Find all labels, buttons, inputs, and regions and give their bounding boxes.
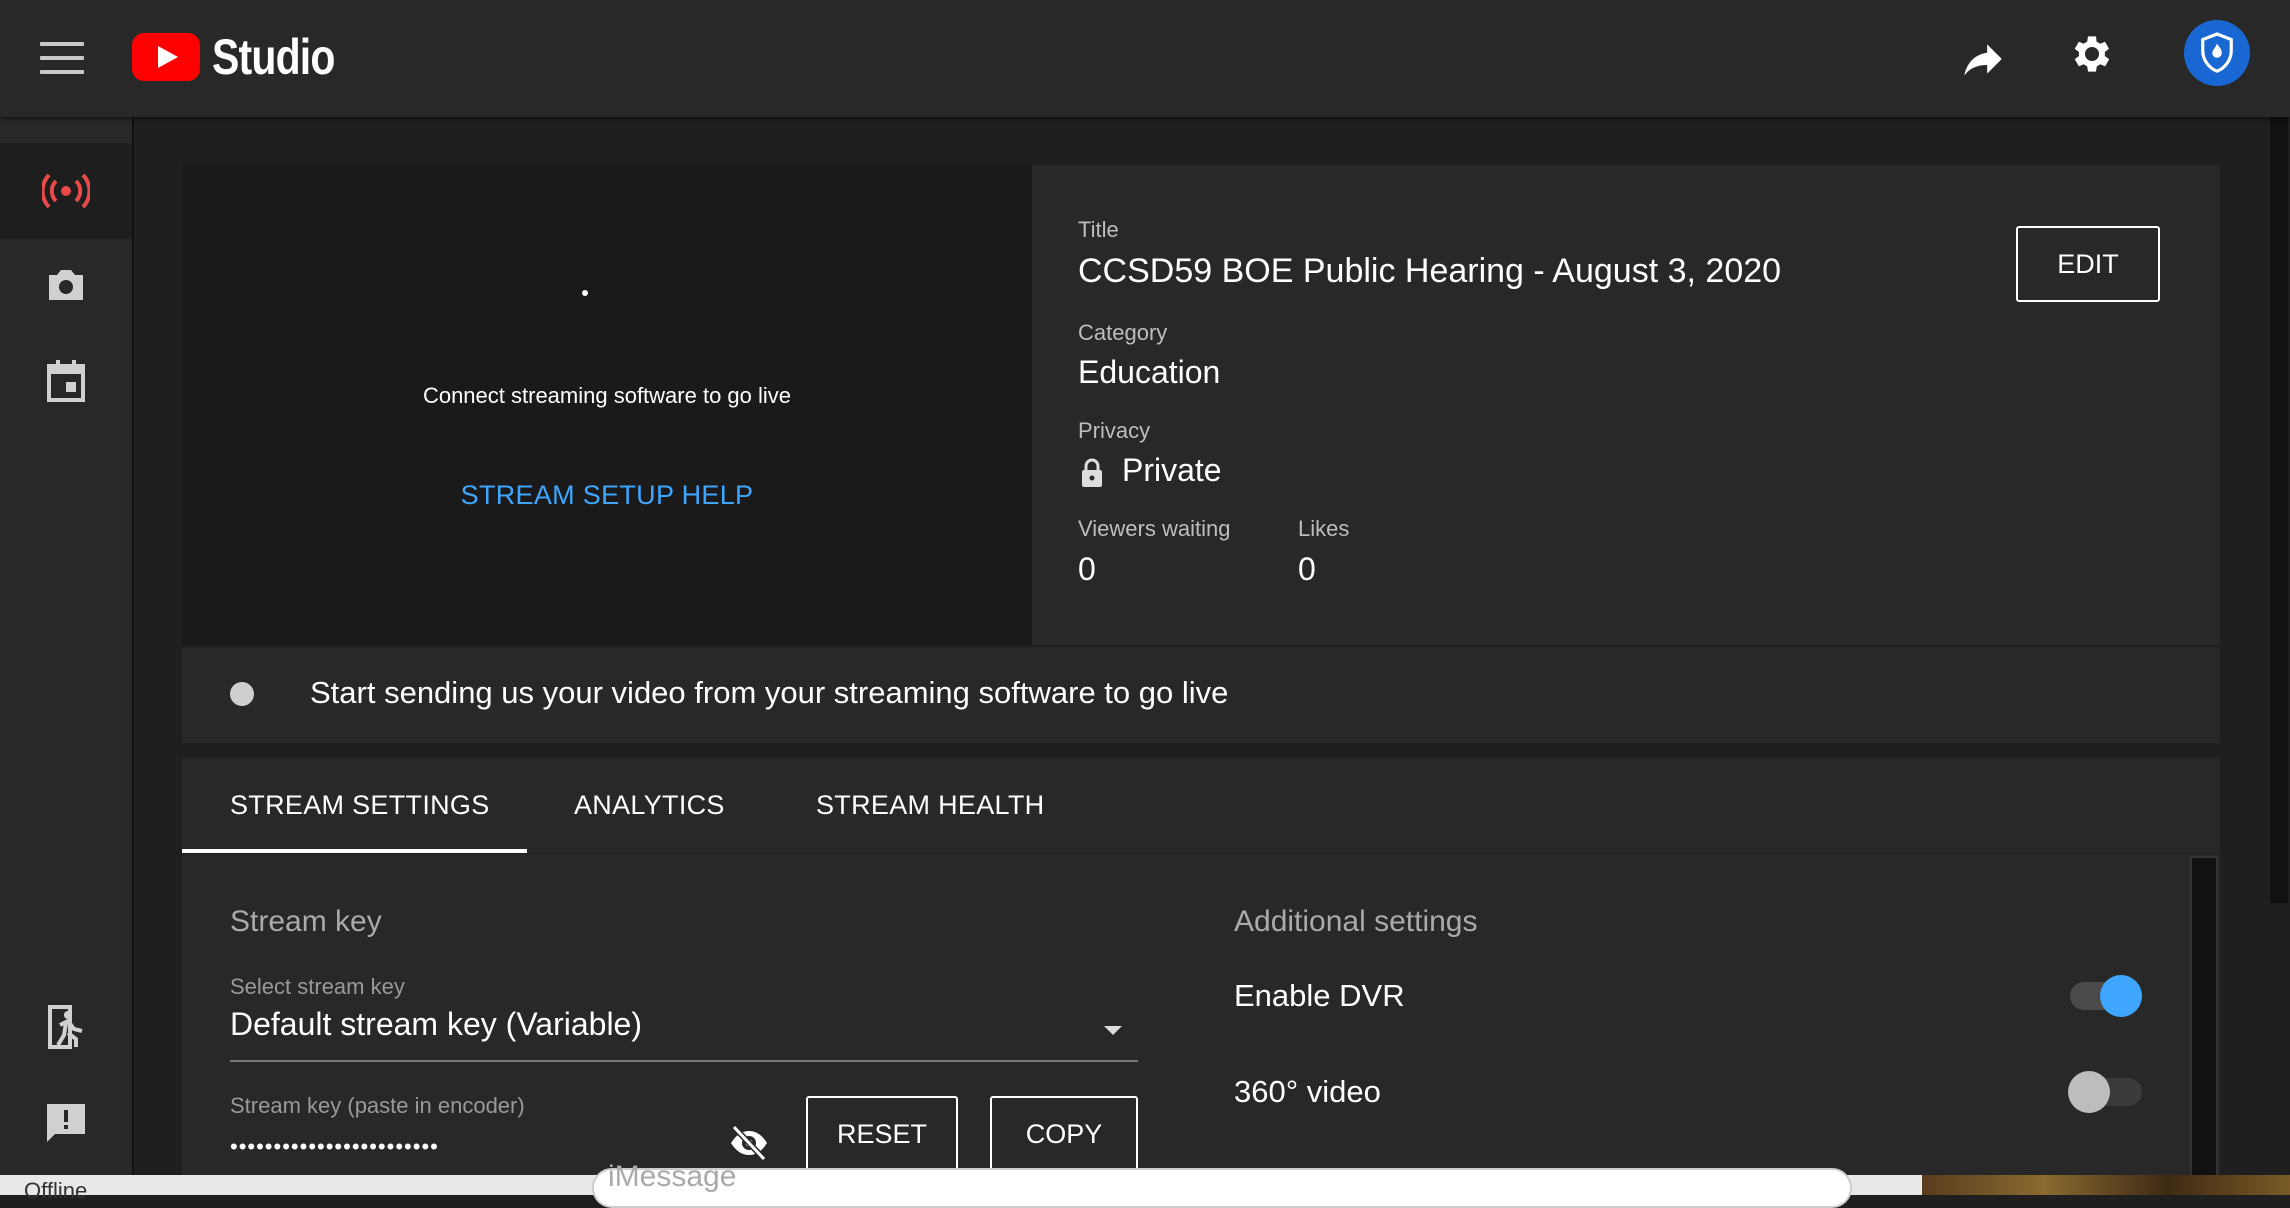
sidebar-item-feedback[interactable] [0,1075,132,1171]
tab-divider [182,853,2220,854]
stream-key-field-label: Stream key (paste in encoder) [230,1093,525,1118]
stream-settings-panel [182,758,2220,1195]
message-placeholder: iMessage [608,1160,737,1193]
exit-icon [48,1005,83,1049]
chevron-down-icon[interactable] [1104,1026,1122,1035]
shield-icon [2201,32,2233,73]
avatar[interactable] [2184,20,2250,86]
calendar-icon [47,360,85,402]
tab-stream-health[interactable]: STREAM HEALTH [816,790,1044,821]
message-input[interactable] [592,1168,1852,1208]
copy-button[interactable]: COPY [990,1096,1138,1172]
sidebar-item-manage[interactable] [0,333,132,429]
viewers-waiting-value: 0 [1078,551,1096,587]
hamburger-menu-icon[interactable] [40,38,84,78]
loading-indicator [582,290,588,296]
gear-icon[interactable] [2068,30,2116,78]
select-stream-key-label: Select stream key [230,974,405,999]
reset-button[interactable]: RESET [806,1096,958,1172]
privacy-value: Private [1122,452,1222,488]
sidebar [0,117,134,1175]
youtube-play-icon [132,33,200,81]
title-value: CCSD59 BOE Public Hearing - August 3, 20… [1078,252,1782,290]
stream-setup-help-link[interactable]: STREAM SETUP HELP [182,480,1032,511]
visibility-off-icon[interactable] [728,1124,770,1162]
privacy-label: Privacy [1078,418,1151,443]
page-scrollbar[interactable] [2268,117,2290,1175]
status-indicator [230,682,254,706]
category-value: Education [1078,354,1221,390]
title-label: Title [1078,217,1119,242]
likes-value: 0 [1298,551,1316,587]
sidebar-item-live[interactable] [0,143,132,239]
sidebar-item-webcam[interactable] [0,237,132,333]
app-name: Studio [212,29,335,85]
top-bar: Studio [0,0,2290,117]
viewers-waiting-label: Viewers waiting [1078,516,1231,541]
tab-stream-settings[interactable]: STREAM SETTINGS [230,790,490,821]
enable-dvr-label: Enable DVR [1234,978,1405,1013]
camera-icon [49,270,83,300]
share-icon[interactable] [1958,34,2008,84]
settings-scrollbar[interactable] [2190,856,2218,1195]
category-label: Category [1078,320,1168,345]
stream-key-select[interactable]: Default stream key (Variable) [230,1006,642,1043]
stream-key-title: Stream key [230,905,382,938]
status-message: Start sending us your video from your st… [310,675,1229,710]
video-360-label: 360° video [1234,1074,1381,1109]
connect-message: Connect streaming software to go live [422,383,792,408]
tab-analytics[interactable]: ANALYTICS [574,790,725,821]
additional-settings-title: Additional settings [1234,905,1478,938]
feedback-icon [47,1104,85,1142]
lock-icon [1082,458,1102,487]
likes-label: Likes [1298,516,1350,541]
sidebar-item-exit[interactable] [0,979,132,1075]
select-underline [230,1060,1138,1062]
stream-key-field[interactable]: •••••••••••••••••••••••• [230,1134,439,1160]
live-broadcast-icon [42,173,90,209]
offline-status: Offline [24,1178,88,1203]
studio-logo[interactable]: Studio [132,28,362,86]
photo-thumbnail [1922,1175,2290,1195]
edit-button[interactable]: EDIT [2016,226,2160,302]
